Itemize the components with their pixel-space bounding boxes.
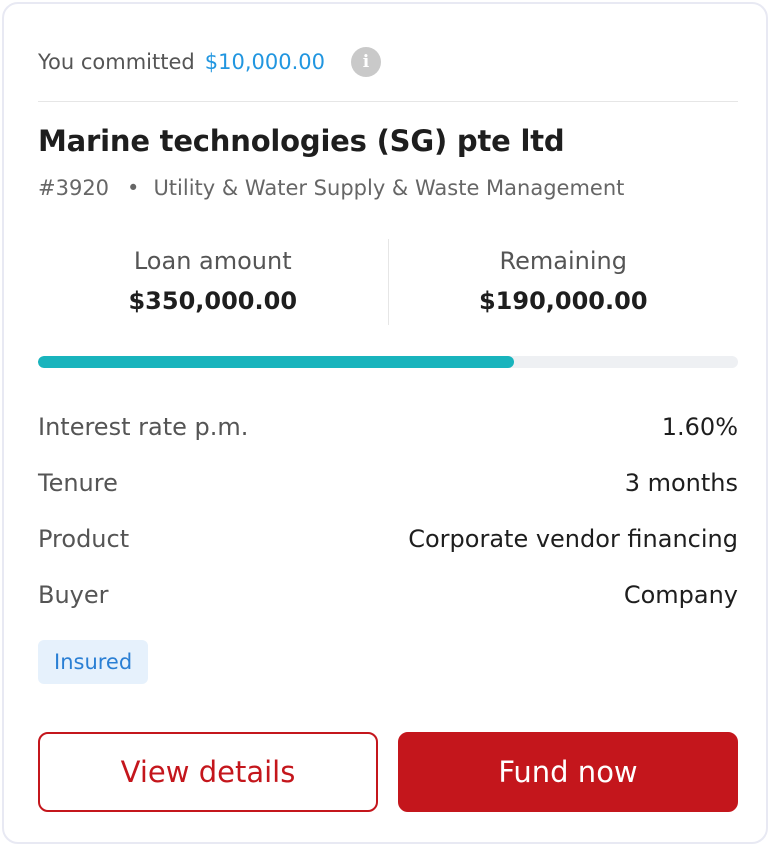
divider [38,101,738,102]
detail-label: Tenure [38,469,118,497]
detail-value: 1.60% [661,413,738,441]
company-name: Marine technologies (SG) pte ltd [38,124,565,158]
detail-value: Corporate vendor financing [408,525,738,553]
fund-now-button[interactable]: Fund now [398,732,738,812]
detail-row-product: Product Corporate vendor financing [38,511,738,567]
stat-value: $350,000.00 [128,287,298,315]
committed-label: You committed [38,50,195,74]
info-icon[interactable]: i [350,47,381,77]
loan-card: You committed $10,000.00 i Marine techno… [2,2,768,844]
committed-amount: $10,000.00 [204,50,325,74]
industry-label: Utility & Water Supply & Waste Managemen… [153,176,625,200]
detail-label: Buyer [38,581,109,609]
detail-value: Company [623,581,738,609]
detail-row-interest-rate: Interest rate p.m. 1.60% [38,399,738,455]
commitment-row: You committed $10,000.00 i [38,44,738,80]
view-details-button[interactable]: View details [38,732,378,812]
funding-progress-fill [38,356,514,368]
detail-value: 3 months [624,469,738,497]
stat-remaining: Remaining $190,000.00 [389,239,739,325]
meta-separator: • [127,176,140,200]
insured-badge: Insured [38,640,149,684]
company-meta: #3920 • Utility & Water Supply & Waste M… [38,176,624,200]
detail-row-tenure: Tenure 3 months [38,455,738,511]
loan-stats: Loan amount $350,000.00 Remaining $190,0… [38,239,738,325]
loan-details: Interest rate p.m. 1.60% Tenure 3 months… [38,399,738,623]
detail-label: Interest rate p.m. [38,413,249,441]
loan-id: #3920 [38,176,110,200]
detail-row-buyer: Buyer Company [38,567,738,623]
action-buttons: View details Fund now [38,732,738,812]
stat-value: $190,000.00 [478,287,648,315]
funding-progress-bar [38,356,738,368]
stat-label: Loan amount [133,247,292,275]
stat-label: Remaining [499,247,627,275]
stat-loan-amount: Loan amount $350,000.00 [38,239,388,325]
detail-label: Product [38,525,130,553]
